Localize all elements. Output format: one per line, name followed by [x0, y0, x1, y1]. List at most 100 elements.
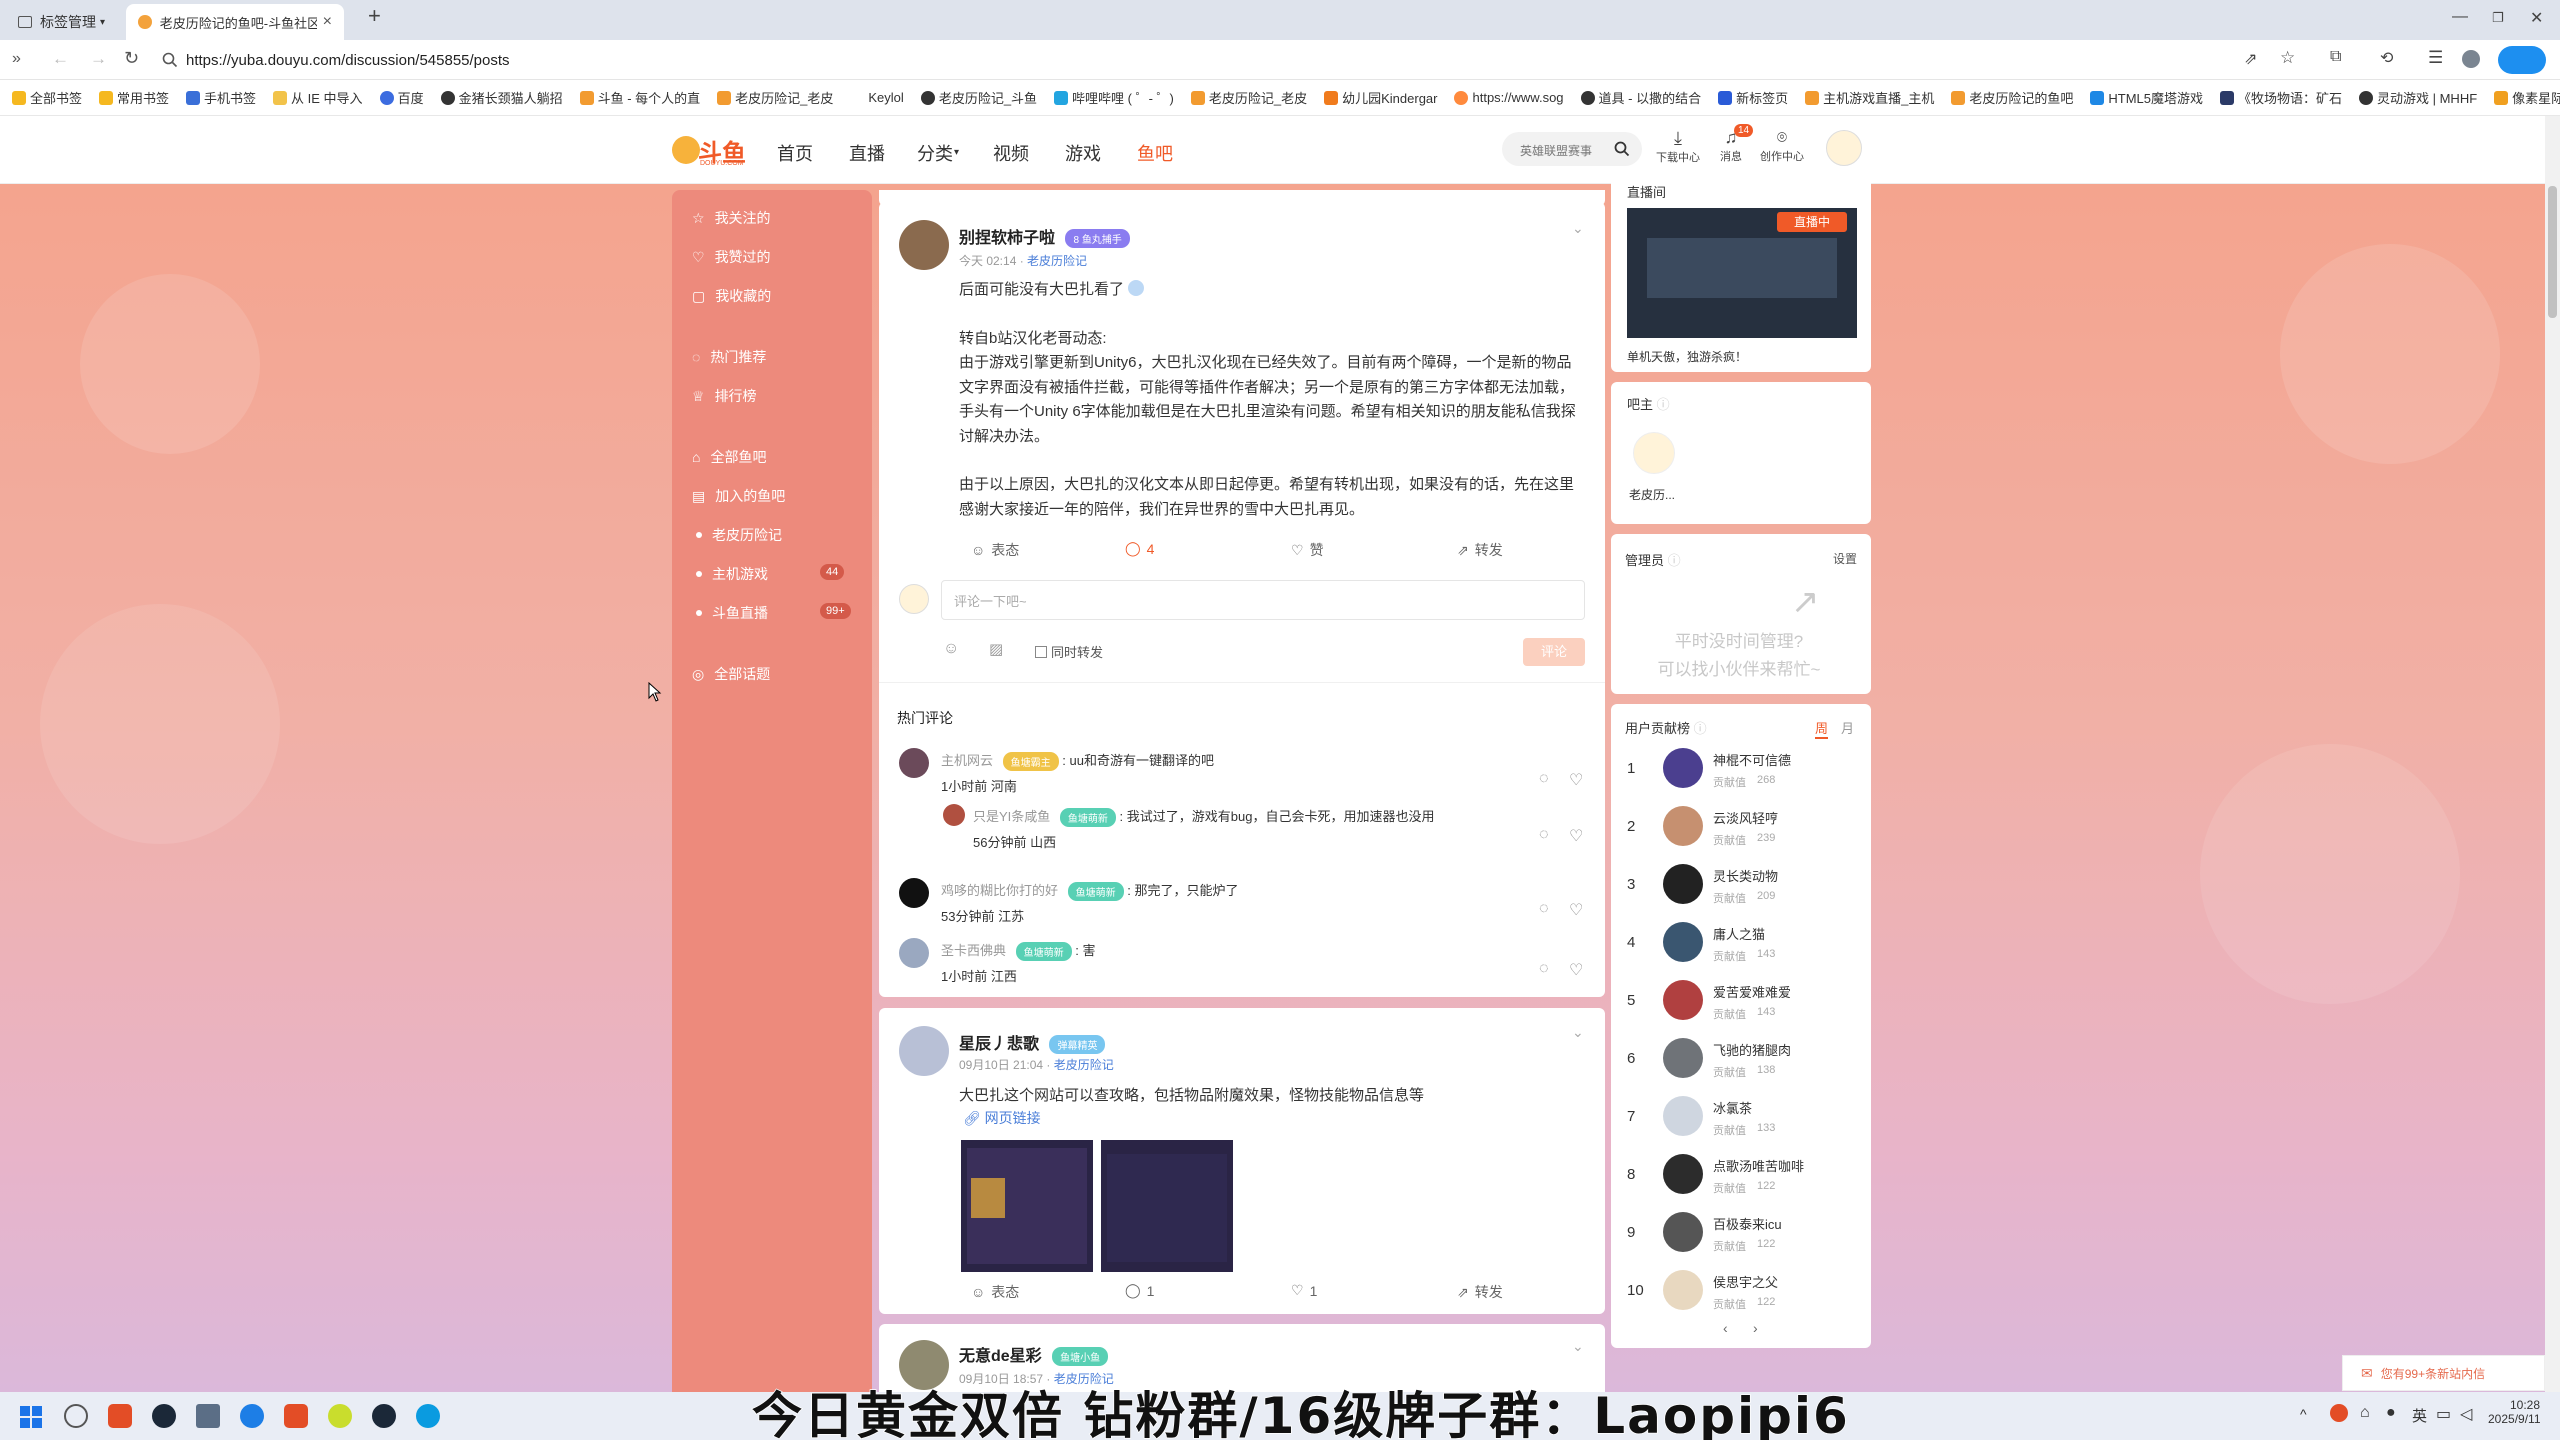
app-icon[interactable]: [328, 1404, 352, 1428]
message-notification[interactable]: ✉ 您有99+条新站内信: [2342, 1355, 2545, 1391]
profile-icon[interactable]: [2462, 50, 2480, 68]
avatar[interactable]: [1663, 864, 1703, 904]
next-page-icon[interactable]: ›: [1753, 1320, 1758, 1336]
rank-username[interactable]: 云淡风轻哼: [1713, 808, 1778, 827]
bookmark-item[interactable]: 金猪长颈猫人躺招: [440, 88, 563, 107]
live-caption[interactable]: 单机天傲，独游杀疯！: [1627, 348, 1747, 365]
browser-icon[interactable]: [240, 1404, 264, 1428]
bookmark-item[interactable]: 老皮历险记_老皮: [1190, 88, 1307, 107]
heart-icon[interactable]: ♡: [1569, 826, 1583, 846]
network-icon[interactable]: ⌂: [2360, 1404, 2370, 1422]
post-author[interactable]: 无意de星彩: [959, 1348, 1042, 1365]
bookmark-item[interactable]: 老皮历险记_斗鱼: [920, 88, 1037, 107]
rank-username[interactable]: 侯思宇之父: [1713, 1272, 1778, 1291]
tab-bookmark-manager[interactable]: 标签管理 ▾: [6, 4, 124, 40]
creator-center-button[interactable]: ⌾ 创作中心: [1756, 128, 1808, 174]
rank-username[interactable]: 点歌汤唯苦咖啡: [1713, 1156, 1804, 1175]
post-image[interactable]: [961, 1140, 1093, 1272]
nav-yuba[interactable]: 鱼吧: [1137, 140, 1173, 166]
forward-checkbox[interactable]: 同时转发: [1035, 642, 1103, 661]
rank-username[interactable]: 灵长类动物: [1713, 866, 1778, 885]
close-window-button[interactable]: ✕: [2530, 8, 2543, 28]
tray-chevron-icon[interactable]: ^: [2300, 1406, 2307, 1422]
windows-start-icon[interactable]: [20, 1406, 42, 1428]
bookmark-item[interactable]: HTML5魔塔游戏: [2090, 88, 2203, 107]
comment-input[interactable]: 评论一下吧~: [941, 580, 1585, 620]
rank-username[interactable]: 庸人之猫: [1713, 924, 1765, 943]
post-author[interactable]: 星辰丿悲歌: [959, 1036, 1039, 1053]
owner-name[interactable]: 老皮历...: [1629, 486, 1675, 503]
image-upload-icon[interactable]: ▨: [989, 640, 1003, 658]
bookmark-item[interactable]: 手机书签: [186, 88, 256, 107]
reload-icon[interactable]: ↻: [124, 48, 139, 69]
heart-icon[interactable]: ♡: [1569, 900, 1583, 920]
avatar[interactable]: [899, 878, 929, 908]
extension-icon[interactable]: ⧉: [2330, 48, 2341, 66]
menu-item-joined-bars[interactable]: ▤ 加入的鱼吧: [692, 486, 785, 506]
bookmark-item[interactable]: 道具 - 以撒的结合: [1580, 88, 1701, 107]
search-icon[interactable]: [1614, 141, 1630, 157]
sidebar-toggle-icon[interactable]: »: [12, 50, 21, 68]
bookmark-item[interactable]: 《牧场物语：矿石: [2219, 88, 2342, 107]
heart-icon[interactable]: ♡: [1569, 770, 1583, 790]
avatar[interactable]: [899, 1026, 949, 1076]
reply-icon[interactable]: ◌: [1539, 826, 1549, 844]
react-button[interactable]: ☺ 表态: [971, 540, 1019, 560]
steam-icon[interactable]: [152, 1404, 176, 1428]
bookmark-item[interactable]: 像素星际海: [2494, 88, 2560, 107]
bookmark-item[interactable]: 斗鱼 - 每个人的直: [579, 88, 700, 107]
like-button[interactable]: ♡ 1: [1291, 1282, 1317, 1299]
new-tab-button[interactable]: +: [368, 3, 381, 29]
avatar[interactable]: [1826, 130, 1862, 166]
bookmark-item[interactable]: 新标签页: [1718, 88, 1788, 107]
emoji-picker-icon[interactable]: ☺: [943, 640, 959, 658]
download-center-button[interactable]: ⤓ 下载中心: [1654, 128, 1702, 174]
post-bar-link[interactable]: 老皮历险记: [1027, 254, 1087, 268]
avatar[interactable]: [1663, 1270, 1703, 1310]
calculator-icon[interactable]: [196, 1404, 220, 1428]
menu-item-bar-douyu[interactable]: 斗鱼直播: [692, 603, 768, 623]
rank-username[interactable]: 百极泰来icu: [1713, 1214, 1782, 1233]
menu-item-all-topics[interactable]: ◎ 全部话题: [692, 664, 770, 684]
tab-yuba-page[interactable]: 老皮历险记的鱼吧-斗鱼社区,... ×: [126, 4, 344, 40]
comment-user[interactable]: 圣卡西佛典: [941, 943, 1006, 958]
comment-user[interactable]: 鸡哆的糊比你打的好: [941, 883, 1058, 898]
rank-username[interactable]: 飞驰的猪腿肉: [1713, 1040, 1791, 1059]
scrollbar-thumb[interactable]: [2548, 186, 2557, 318]
bookmark-item[interactable]: 百度: [379, 88, 424, 107]
comment-button[interactable]: ◯ 1: [1125, 1282, 1154, 1299]
app-icon[interactable]: [284, 1404, 308, 1428]
nav-live[interactable]: 直播: [849, 140, 885, 166]
rank-username[interactable]: 冰氯茶: [1713, 1098, 1752, 1117]
cloud-sync-button[interactable]: [2498, 46, 2546, 74]
reply-icon[interactable]: ◌: [1539, 900, 1549, 918]
close-icon[interactable]: ×: [323, 13, 332, 31]
nav-games[interactable]: 游戏: [1065, 140, 1101, 166]
microphone-icon[interactable]: ●: [2386, 1404, 2396, 1422]
avatar[interactable]: [1663, 1154, 1703, 1194]
volume-icon[interactable]: ◁: [2460, 1404, 2472, 1424]
restore-button[interactable]: ❐: [2492, 10, 2504, 26]
nav-category[interactable]: 分类: [917, 140, 953, 166]
menu-item-liked[interactable]: ♡ 我赞过的: [692, 247, 771, 267]
site-search-box[interactable]: 英雄联盟赛事: [1502, 132, 1642, 166]
chevron-down-icon[interactable]: ▾: [100, 17, 105, 28]
menu-item-bar-laopi[interactable]: 老皮历险记: [692, 525, 782, 545]
menu-item-bar-console[interactable]: 主机游戏: [692, 564, 768, 584]
share-button[interactable]: ⇗ 转发: [1457, 540, 1503, 560]
live-thumbnail[interactable]: 直播中: [1627, 208, 1857, 338]
avatar[interactable]: [1663, 748, 1703, 788]
reply-icon[interactable]: ◌: [1539, 960, 1549, 978]
bookmark-item[interactable]: 老皮历险记_老皮: [717, 88, 833, 107]
bookmark-item[interactable]: 幼儿园Kindergar: [1324, 88, 1437, 107]
avatar[interactable]: [943, 804, 965, 826]
steam-icon[interactable]: [372, 1404, 396, 1428]
url-field[interactable]: https://yuba.douyu.com/discussion/545855…: [152, 46, 2192, 74]
bookmark-item[interactable]: 老皮历险记的鱼吧: [1951, 88, 2073, 107]
rank-username[interactable]: 爱苦爱难难爱: [1713, 982, 1791, 1001]
comment-user[interactable]: 主机网云: [941, 753, 993, 768]
submit-comment-button[interactable]: 评论: [1523, 638, 1585, 666]
bookmark-item[interactable]: 主机游戏直播_主机: [1805, 88, 1934, 107]
minimize-button[interactable]: —: [2452, 8, 2468, 26]
avatar[interactable]: [899, 220, 949, 270]
